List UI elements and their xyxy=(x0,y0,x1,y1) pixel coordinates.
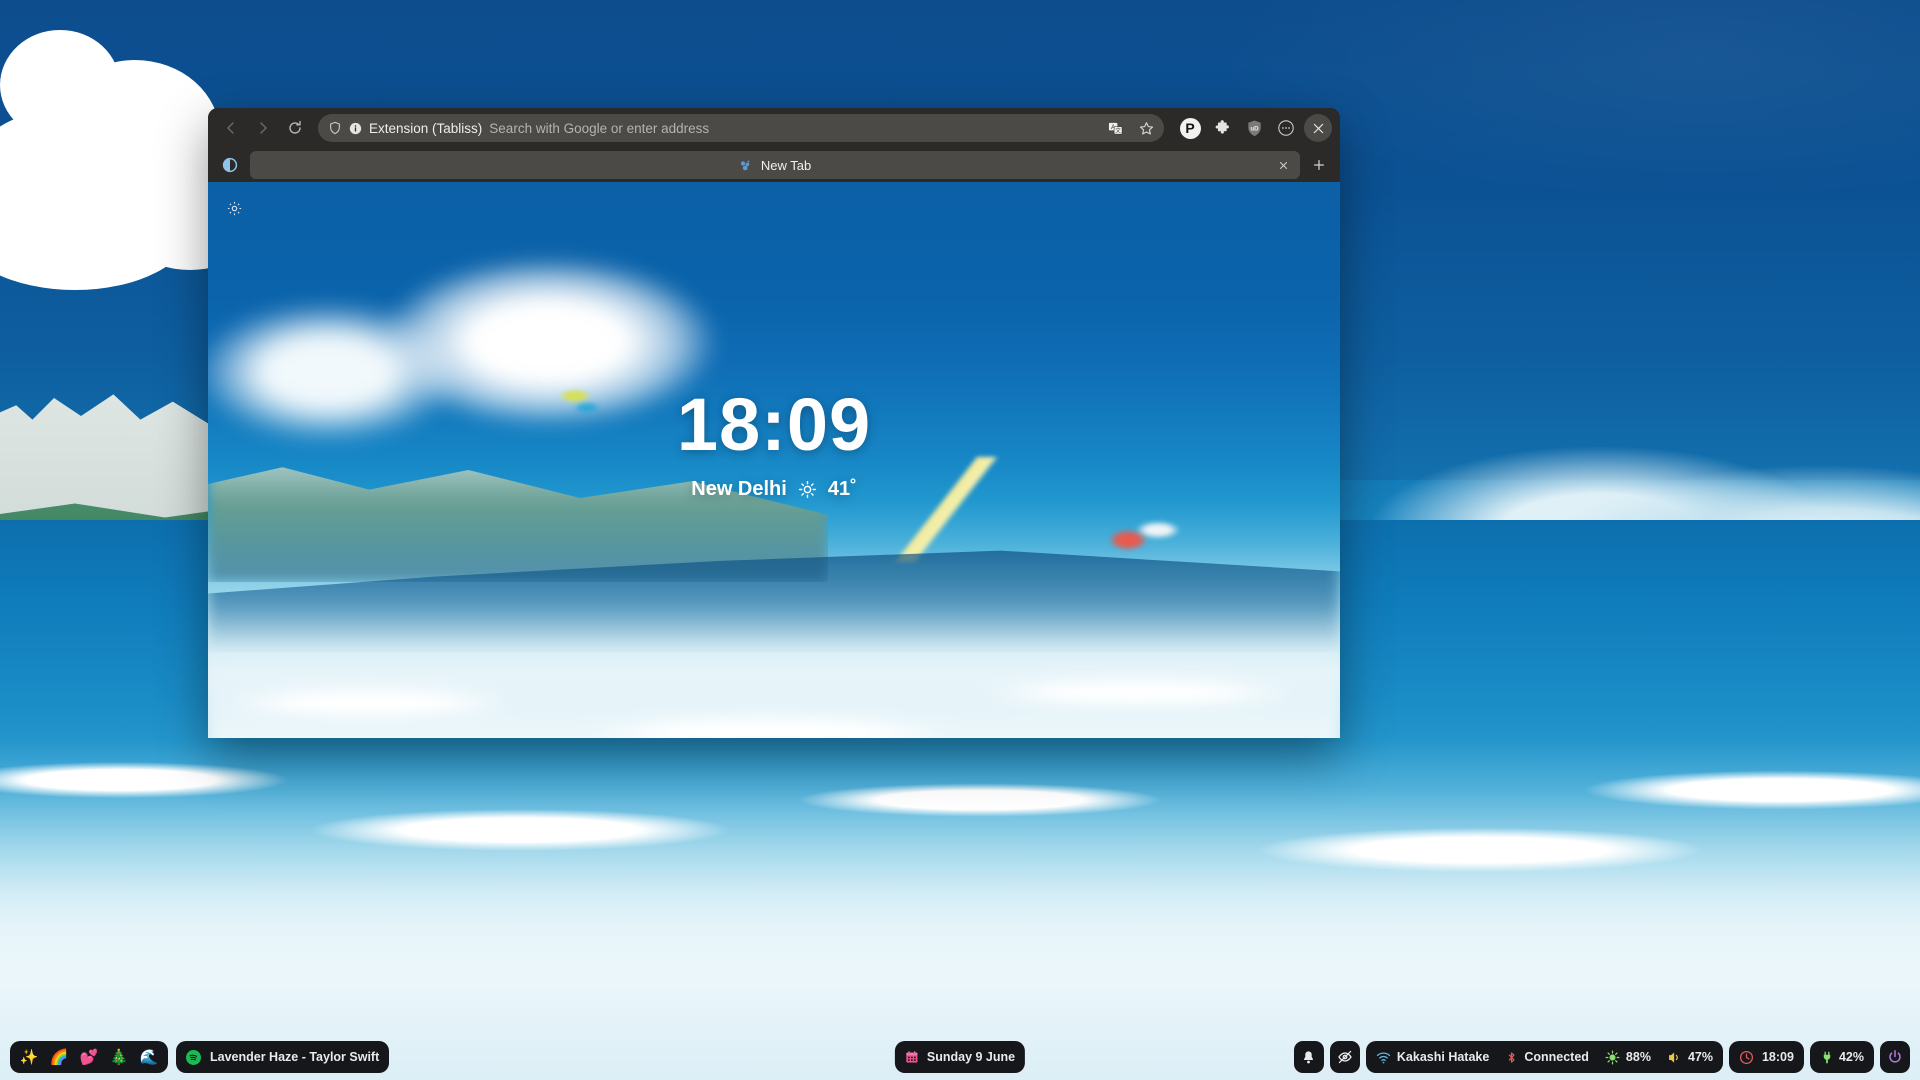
svg-text:文: 文 xyxy=(1115,126,1121,134)
workspace-hearts[interactable]: 💕 xyxy=(76,1044,102,1070)
workspace-sparkles[interactable]: ✨ xyxy=(16,1044,42,1070)
brightness-icon xyxy=(1605,1049,1620,1065)
bookmark-star-icon[interactable] xyxy=(1134,116,1158,140)
volume-status[interactable]: 47% xyxy=(1667,1050,1713,1065)
brightness-status[interactable]: 88% xyxy=(1605,1049,1651,1065)
wallpaper-foam xyxy=(0,740,1920,1080)
tab-strip: New Tab xyxy=(208,148,1340,182)
clock-widget-taskbar[interactable]: 18:09 xyxy=(1728,1041,1804,1073)
reload-button[interactable] xyxy=(280,113,310,143)
volume-icon xyxy=(1667,1050,1682,1065)
volume-label: 47% xyxy=(1687,1050,1713,1064)
date-widget[interactable]: Sunday 9 June xyxy=(894,1041,1026,1073)
url-input[interactable]: Search with Google or enter address xyxy=(489,121,1096,136)
bluetooth-status[interactable]: Connected xyxy=(1505,1050,1589,1065)
tabliss-surfer xyxy=(1088,492,1208,582)
workspace-wave[interactable]: 🌊 xyxy=(136,1044,162,1070)
media-player-widget[interactable]: Lavender Haze - Taylor Swift xyxy=(176,1041,390,1073)
power-button[interactable] xyxy=(1880,1041,1910,1073)
gear-icon[interactable] xyxy=(222,196,246,220)
weather-location: New Delhi xyxy=(691,478,787,500)
workspace-rainbow[interactable]: 🌈 xyxy=(46,1044,72,1070)
sun-icon xyxy=(798,480,817,499)
plug-icon xyxy=(1820,1050,1834,1065)
spotify-icon xyxy=(186,1049,201,1065)
clock-icon xyxy=(1739,1050,1754,1065)
eye-off-icon[interactable] xyxy=(1329,1041,1360,1073)
address-bar[interactable]: Extension (Tabliss) Search with Google o… xyxy=(318,114,1164,142)
ublock-origin-icon[interactable]: uD xyxy=(1240,114,1268,142)
media-title: Lavender Haze - Taylor Swift xyxy=(210,1050,380,1064)
extension-label: Extension (Tabliss) xyxy=(369,120,483,136)
workspace-tree[interactable]: 🎄 xyxy=(106,1044,132,1070)
tab-new-tab[interactable]: New Tab xyxy=(250,151,1300,179)
profile-avatar[interactable]: P xyxy=(1176,114,1204,142)
battery-widget[interactable]: 42% xyxy=(1809,1041,1874,1073)
app-menu-icon[interactable] xyxy=(1272,114,1300,142)
page-info-icon[interactable] xyxy=(349,122,362,135)
wifi-status[interactable]: Kakashi Hatake xyxy=(1376,1050,1489,1065)
bluetooth-label: Connected xyxy=(1524,1050,1589,1064)
profile-avatar-label: P xyxy=(1179,117,1201,139)
clock-label: 18:09 xyxy=(1761,1050,1794,1064)
tracking-protection-shield-icon[interactable] xyxy=(328,121,342,135)
date-text: Sunday 9 June xyxy=(926,1050,1016,1064)
translate-icon[interactable]: A 文 xyxy=(1103,116,1127,140)
battery-label: 42% xyxy=(1838,1050,1864,1064)
firefox-view-button[interactable] xyxy=(214,151,246,179)
tabliss-widgets: 18:09 New Delhi 41˚ xyxy=(208,388,1340,501)
weather-widget: New Delhi 41˚ xyxy=(208,478,1340,501)
forward-button[interactable] xyxy=(248,113,278,143)
taskbar-center: Sunday 9 June xyxy=(894,1041,1026,1073)
tab-title: New Tab xyxy=(760,157,812,173)
system-status-widget: Kakashi Hatake Connected 88% 47% xyxy=(1365,1041,1723,1073)
browser-toolbar: Extension (Tabliss) Search with Google o… xyxy=(208,108,1340,148)
tab-close-button[interactable] xyxy=(1274,156,1292,174)
new-tab-button[interactable] xyxy=(1304,151,1334,179)
close-window-button[interactable] xyxy=(1304,114,1332,142)
svg-text:uD: uD xyxy=(1250,125,1259,132)
tabliss-foam xyxy=(208,632,1340,738)
brightness-label: 88% xyxy=(1625,1050,1651,1064)
wifi-icon xyxy=(1376,1050,1391,1065)
bluetooth-icon xyxy=(1505,1050,1518,1065)
calendar-icon xyxy=(905,1050,919,1064)
workspace-switcher: ✨ 🌈 💕 🎄 🌊 xyxy=(10,1041,168,1073)
notifications-icon[interactable] xyxy=(1293,1041,1324,1073)
clock-widget: 18:09 xyxy=(676,383,872,466)
browser-window: Extension (Tabliss) Search with Google o… xyxy=(208,108,1340,738)
weather-temperature: 41˚ xyxy=(827,478,857,500)
tabliss-newtab-page: 18:09 New Delhi 41˚ xyxy=(208,182,1340,738)
taskbar: ✨ 🌈 💕 🎄 🌊 Lavender Haze - Taylor Swift S… xyxy=(0,1034,1920,1080)
tabliss-icon xyxy=(739,158,753,172)
extensions-icon[interactable] xyxy=(1208,114,1236,142)
wifi-label: Kakashi Hatake xyxy=(1396,1050,1490,1064)
back-button[interactable] xyxy=(216,113,246,143)
taskbar-right: Kakashi Hatake Connected 88% 47% 18:09 4… xyxy=(1293,1041,1910,1073)
